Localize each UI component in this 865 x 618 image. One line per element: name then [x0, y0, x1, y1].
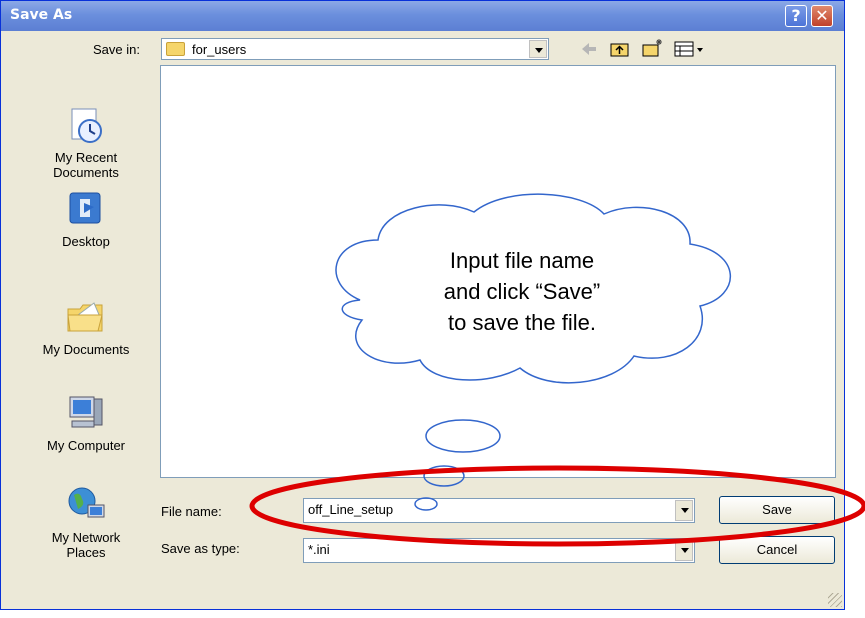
- place-desktop[interactable]: Desktop: [11, 187, 161, 249]
- my-computer-icon: [69, 396, 103, 428]
- dialog-title: Save As: [10, 7, 73, 23]
- help-button[interactable]: ?: [785, 5, 807, 27]
- chevron-down-icon[interactable]: [529, 40, 547, 58]
- up-folder-icon[interactable]: [609, 39, 631, 59]
- chevron-down-icon[interactable]: [675, 500, 693, 521]
- file-name-value: off_Line_setup: [308, 502, 394, 517]
- title-bar[interactable]: Save As ? ✕: [1, 1, 844, 31]
- recent-documents-icon: [71, 108, 102, 143]
- my-documents-icon: [67, 302, 103, 332]
- place-label: My Network Places: [51, 530, 121, 560]
- network-places-icon: [68, 487, 105, 518]
- place-network[interactable]: My Network Places: [11, 483, 161, 560]
- back-arrow-icon[interactable]: [579, 39, 599, 59]
- place-recent-documents[interactable]: My Recent Documents: [11, 103, 161, 180]
- cancel-button[interactable]: Cancel: [719, 536, 835, 564]
- save-type-label: Save as type:: [161, 541, 240, 556]
- save-type-value: *.ini: [308, 542, 330, 557]
- place-my-computer[interactable]: My Computer: [11, 391, 161, 453]
- file-name-field[interactable]: off_Line_setup: [303, 498, 695, 523]
- place-label: My Computer: [46, 438, 126, 453]
- annotation-text: Input file name and click “Save” to save…: [443, 248, 601, 335]
- new-folder-icon[interactable]: [641, 37, 665, 59]
- save-in-value: for_users: [192, 42, 247, 57]
- place-my-documents[interactable]: My Documents: [11, 295, 161, 357]
- place-label: Desktop: [62, 234, 110, 249]
- save-type-dropdown[interactable]: *.ini: [303, 538, 695, 563]
- place-label: My Documents: [42, 342, 130, 357]
- desktop-icon: [69, 192, 101, 224]
- chevron-down-icon[interactable]: [675, 540, 693, 561]
- close-button[interactable]: ✕: [811, 5, 833, 27]
- save-button[interactable]: Save: [719, 496, 835, 524]
- folder-icon: [166, 42, 185, 56]
- file-name-label: File name:: [161, 504, 222, 519]
- place-label: My Recent Documents: [53, 150, 119, 180]
- resize-grip[interactable]: [828, 593, 842, 607]
- save-in-dropdown[interactable]: for_users: [161, 38, 549, 60]
- places-bar: My Recent Documents Desktop My Documents: [1, 93, 157, 609]
- save-in-label: Save in:: [93, 42, 140, 57]
- views-menu-icon[interactable]: [673, 39, 707, 59]
